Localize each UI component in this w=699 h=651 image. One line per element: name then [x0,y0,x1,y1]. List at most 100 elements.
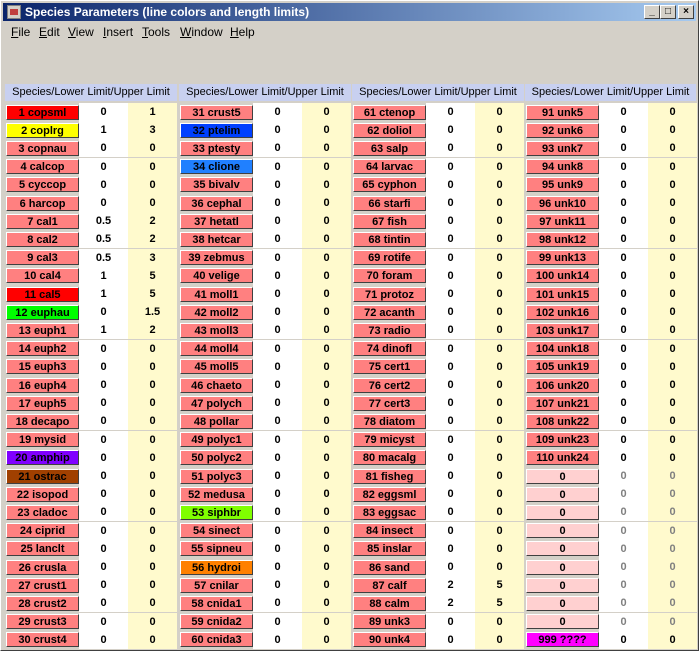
upper-limit-field[interactable]: 0 [128,503,177,522]
lower-limit-field[interactable]: 0 [79,394,128,413]
upper-limit-field[interactable]: 0 [475,521,524,540]
upper-limit-field[interactable]: 0 [128,594,177,613]
species-color-button[interactable]: 51 polyc3 [180,468,253,484]
upper-limit-field[interactable]: 0 [128,612,177,631]
upper-limit-field[interactable]: 0 [302,175,351,194]
lower-limit-field[interactable]: 0 [599,539,648,558]
lower-limit-field[interactable]: 0 [426,194,475,212]
lower-limit-field[interactable]: 0 [253,430,302,449]
lower-limit-field[interactable]: 0 [253,285,302,303]
species-color-button[interactable]: 0 [526,559,599,575]
lower-limit-field[interactable]: 0 [426,339,475,358]
species-color-button[interactable]: 5 cyccop [6,177,79,193]
upper-limit-field[interactable]: 5 [128,285,177,303]
upper-limit-field[interactable]: 0 [475,175,524,194]
upper-limit-field[interactable]: 1 [128,103,177,121]
species-color-button[interactable]: 25 lanclt [6,541,79,557]
lower-limit-field[interactable]: 0 [253,467,302,485]
lower-limit-field[interactable]: 0 [79,612,128,631]
upper-limit-field[interactable]: 0 [302,539,351,558]
upper-limit-field[interactable]: 0 [475,430,524,449]
species-color-button[interactable]: 94 unk8 [526,159,599,175]
lower-limit-field[interactable]: 0 [426,321,475,340]
lower-limit-field[interactable]: 0 [253,175,302,194]
upper-limit-field[interactable]: 0 [302,521,351,540]
species-color-button[interactable]: 91 unk5 [526,104,599,120]
species-color-button[interactable]: 83 eggsac [353,504,426,520]
upper-limit-field[interactable]: 0 [648,503,697,522]
species-color-button[interactable]: 66 starfi [353,195,426,211]
upper-limit-field[interactable]: 3 [128,121,177,140]
lower-limit-field[interactable]: 0 [253,576,302,595]
lower-limit-field[interactable]: 0 [426,212,475,231]
lower-limit-field[interactable]: 0 [599,157,648,176]
species-color-button[interactable]: 92 unk6 [526,122,599,138]
species-color-button[interactable]: 93 unk7 [526,140,599,156]
upper-limit-field[interactable]: 0 [475,558,524,576]
lower-limit-field[interactable]: 0 [253,157,302,176]
species-color-button[interactable]: 108 unk22 [526,413,599,429]
lower-limit-field[interactable]: 0 [599,230,648,249]
species-color-button[interactable]: 36 cephal [180,195,253,211]
species-color-button[interactable]: 21 ostrac [6,468,79,484]
species-color-button[interactable]: 52 medusa [180,486,253,502]
upper-limit-field[interactable]: 0 [302,594,351,613]
species-color-button[interactable]: 13 euph1 [6,322,79,338]
minimize-button[interactable]: _ [644,5,660,19]
lower-limit-field[interactable]: 0 [79,339,128,358]
lower-limit-field[interactable]: 0 [426,539,475,558]
lower-limit-field[interactable]: 0 [253,612,302,631]
species-color-button[interactable]: 90 unk4 [353,632,426,648]
species-color-button[interactable]: 0 [526,614,599,630]
upper-limit-field[interactable]: 0 [648,285,697,303]
lower-limit-field[interactable]: 0 [426,630,475,649]
species-color-button[interactable]: 107 unk21 [526,395,599,411]
menu-insert[interactable]: Insert [103,22,133,42]
lower-limit-field[interactable]: 0 [79,157,128,176]
menu-window[interactable]: Window [180,22,223,42]
upper-limit-field[interactable]: 0 [648,430,697,449]
upper-limit-field[interactable]: 0 [648,394,697,413]
species-color-button[interactable]: 0 [526,523,599,539]
species-color-button[interactable]: 89 unk3 [353,614,426,630]
species-color-button[interactable]: 42 moll2 [180,304,253,320]
lower-limit-field[interactable]: 0 [253,539,302,558]
upper-limit-field[interactable]: 0 [648,121,697,140]
lower-limit-field[interactable]: 0 [79,412,128,431]
species-color-button[interactable]: 82 eggsml [353,486,426,502]
upper-limit-field[interactable]: 0 [475,230,524,249]
species-color-button[interactable]: 75 cert1 [353,359,426,375]
upper-limit-field[interactable]: 0 [475,285,524,303]
upper-limit-field[interactable]: 3 [128,248,177,267]
species-color-button[interactable]: 45 moll5 [180,359,253,375]
lower-limit-field[interactable]: 0 [599,103,648,121]
species-color-button[interactable]: 106 unk20 [526,377,599,393]
upper-limit-field[interactable]: 0 [648,485,697,504]
lower-limit-field[interactable]: 0 [599,266,648,285]
species-color-button[interactable]: 60 cnida3 [180,632,253,648]
lower-limit-field[interactable]: 0 [253,230,302,249]
lower-limit-field[interactable]: 0 [426,558,475,576]
lower-limit-field[interactable]: 0 [599,558,648,576]
species-color-button[interactable]: 40 velige [180,268,253,284]
species-color-button[interactable]: 15 euph3 [6,359,79,375]
upper-limit-field[interactable]: 0 [128,157,177,176]
species-color-button[interactable]: 69 rotife [353,250,426,266]
upper-limit-field[interactable]: 0 [128,576,177,595]
close-button[interactable]: × [678,5,694,19]
species-color-button[interactable]: 80 macalg [353,450,426,466]
lower-limit-field[interactable]: 0 [253,485,302,504]
upper-limit-field[interactable]: 0 [128,485,177,504]
species-color-button[interactable]: 64 larvac [353,159,426,175]
lower-limit-field[interactable]: 0 [599,503,648,522]
upper-limit-field[interactable]: 2 [128,321,177,340]
lower-limit-field[interactable]: 0 [253,394,302,413]
species-color-button[interactable]: 27 crust1 [6,577,79,593]
species-color-button[interactable]: 74 dinofl [353,341,426,357]
species-color-button[interactable]: 28 crust2 [6,595,79,611]
upper-limit-field[interactable]: 0 [302,212,351,231]
species-color-button[interactable]: 33 ptesty [180,140,253,156]
lower-limit-field[interactable]: 0 [79,594,128,613]
species-color-button[interactable]: 38 hetcar [180,231,253,247]
lower-limit-field[interactable]: 1 [79,285,128,303]
